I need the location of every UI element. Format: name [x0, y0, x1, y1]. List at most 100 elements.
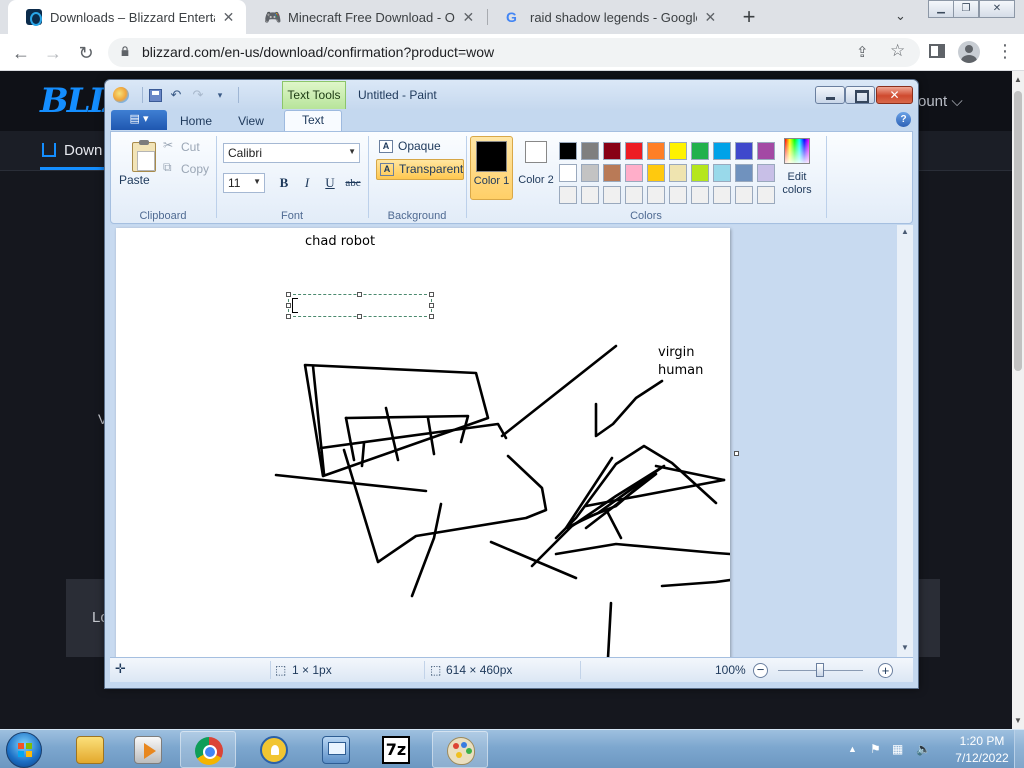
- tab-blizzard-downloads[interactable]: Downloads – Blizzard Entertainment ✕: [8, 0, 246, 34]
- new-tab-button[interactable]: +: [737, 4, 761, 30]
- palette-swatch[interactable]: [757, 186, 775, 204]
- zoom-out-button[interactable]: −: [753, 663, 768, 678]
- palette-swatch[interactable]: [757, 164, 775, 182]
- palette-swatch[interactable]: [581, 186, 599, 204]
- text-box-handle[interactable]: [286, 292, 291, 297]
- url-text[interactable]: blizzard.com/en-us/download/confirmation…: [142, 44, 494, 60]
- text-box-handle[interactable]: [286, 314, 291, 319]
- side-panel-icon[interactable]: [929, 44, 945, 58]
- palette-swatch[interactable]: [603, 164, 621, 182]
- text-box-handle[interactable]: [429, 314, 434, 319]
- undo-icon[interactable]: ↶: [168, 87, 184, 103]
- palette-swatch[interactable]: [647, 164, 665, 182]
- reload-icon[interactable]: ↻: [73, 40, 99, 66]
- scroll-down-arrow-icon[interactable]: ▼: [1014, 716, 1022, 725]
- palette-swatch[interactable]: [713, 186, 731, 204]
- tab-search-chevron-icon[interactable]: ⌄: [895, 8, 906, 24]
- copy-button[interactable]: Copy: [181, 162, 209, 176]
- color-1-button[interactable]: Color 1: [470, 136, 513, 200]
- transparent-button[interactable]: A Transparent: [376, 159, 464, 180]
- active-text-box[interactable]: [286, 292, 434, 319]
- browser-close-button[interactable]: ✕: [979, 0, 1015, 18]
- palette-swatch[interactable]: [625, 164, 643, 182]
- palette-swatch[interactable]: [625, 142, 643, 160]
- paste-label[interactable]: Paste: [119, 173, 150, 187]
- scroll-up-arrow-icon[interactable]: ▲: [1014, 75, 1022, 84]
- paint-maximize-button[interactable]: [845, 86, 875, 104]
- palette-swatch[interactable]: [647, 142, 665, 160]
- paint-menu-button[interactable]: ▤ ▾: [111, 110, 167, 130]
- palette-swatch[interactable]: [559, 164, 577, 182]
- palette-swatch[interactable]: [713, 164, 731, 182]
- edit-colors-button[interactable]: Edit colors: [777, 136, 817, 200]
- palette-swatch[interactable]: [669, 164, 687, 182]
- clock-time[interactable]: 1:20 PM: [952, 734, 1012, 748]
- palette-swatch[interactable]: [691, 186, 709, 204]
- opaque-button[interactable]: A Opaque: [376, 137, 452, 158]
- customize-qat-icon[interactable]: ▾: [212, 87, 228, 103]
- show-desktop-button[interactable]: [1014, 730, 1024, 768]
- taskbar-explorer[interactable]: [62, 731, 118, 768]
- underline-button[interactable]: U: [319, 172, 341, 194]
- canvas-workspace[interactable]: chad robot virgin human ▲ ▼: [110, 225, 913, 657]
- palette-swatch[interactable]: [581, 142, 599, 160]
- taskbar-chrome[interactable]: [180, 731, 236, 768]
- profile-avatar-icon[interactable]: [958, 41, 980, 63]
- palette-swatch[interactable]: [691, 164, 709, 182]
- palette-swatch[interactable]: [735, 142, 753, 160]
- zoom-slider-thumb[interactable]: [816, 663, 824, 677]
- forward-arrow-icon[interactable]: →: [40, 40, 66, 66]
- tab-close-icon[interactable]: ✕: [461, 9, 476, 26]
- downloads-link[interactable]: Down: [64, 142, 102, 159]
- clock-date[interactable]: 7/12/2022: [952, 751, 1012, 765]
- palette-swatch[interactable]: [713, 142, 731, 160]
- palette-swatch[interactable]: [603, 142, 621, 160]
- page-scrollbar[interactable]: ▲ ▼: [1012, 71, 1024, 729]
- zoom-in-button[interactable]: +: [878, 663, 893, 678]
- page-scrollbar-thumb[interactable]: [1014, 91, 1022, 371]
- italic-button[interactable]: I: [296, 172, 318, 194]
- text-box-handle[interactable]: [429, 303, 434, 308]
- palette-swatch[interactable]: [735, 164, 753, 182]
- taskbar-remote-desktop[interactable]: [308, 731, 364, 768]
- font-size-select[interactable]: 11 ▼: [223, 173, 265, 193]
- share-icon[interactable]: ⇪: [856, 43, 869, 61]
- taskbar-keepass[interactable]: [246, 731, 302, 768]
- network-icon[interactable]: ▦: [892, 742, 903, 756]
- tab-close-icon[interactable]: ✕: [221, 9, 236, 26]
- help-icon[interactable]: ?: [896, 112, 911, 127]
- address-bar[interactable]: blizzard.com/en-us/download/confirmation…: [108, 38, 920, 67]
- taskbar-media-player[interactable]: [120, 731, 176, 768]
- tab-view[interactable]: View: [229, 112, 273, 131]
- drawing-canvas[interactable]: chad robot virgin human: [116, 228, 730, 657]
- back-arrow-icon[interactable]: ←: [8, 40, 34, 66]
- action-center-flag-icon[interactable]: ⚑: [870, 742, 881, 756]
- tab-home[interactable]: Home: [175, 112, 217, 131]
- taskbar-paint[interactable]: [432, 731, 488, 768]
- bookmark-star-icon[interactable]: ☆: [890, 41, 905, 61]
- palette-swatch[interactable]: [735, 186, 753, 204]
- palette-swatch[interactable]: [691, 142, 709, 160]
- text-box-handle[interactable]: [357, 314, 362, 319]
- text-box-handle[interactable]: [357, 292, 362, 297]
- palette-swatch[interactable]: [559, 142, 577, 160]
- taskbar-7zip[interactable]: 7z: [368, 731, 424, 768]
- browser-minimize-button[interactable]: ▁: [928, 0, 954, 18]
- browser-menu-icon[interactable]: ⋮: [996, 41, 1014, 62]
- palette-swatch[interactable]: [757, 142, 775, 160]
- scroll-up-arrow-icon[interactable]: ▲: [901, 227, 909, 236]
- canvas-scrollbar[interactable]: ▲ ▼: [897, 225, 913, 657]
- tab-text[interactable]: Text: [284, 110, 342, 131]
- text-box-handle[interactable]: [286, 303, 291, 308]
- font-family-select[interactable]: Calibri ▼: [223, 143, 360, 163]
- color-2-button[interactable]: Color 2: [516, 136, 556, 200]
- save-icon[interactable]: [149, 88, 162, 102]
- lock-icon[interactable]: [120, 46, 130, 56]
- palette-swatch[interactable]: [647, 186, 665, 204]
- tab-google-search[interactable]: G raid shadow legends - Google Search ✕: [488, 0, 728, 34]
- text-box-handle[interactable]: [429, 292, 434, 297]
- paint-app-icon[interactable]: [113, 87, 129, 103]
- volume-icon[interactable]: 🔈: [916, 742, 931, 756]
- cut-button[interactable]: Cut: [181, 140, 200, 154]
- palette-swatch[interactable]: [669, 186, 687, 204]
